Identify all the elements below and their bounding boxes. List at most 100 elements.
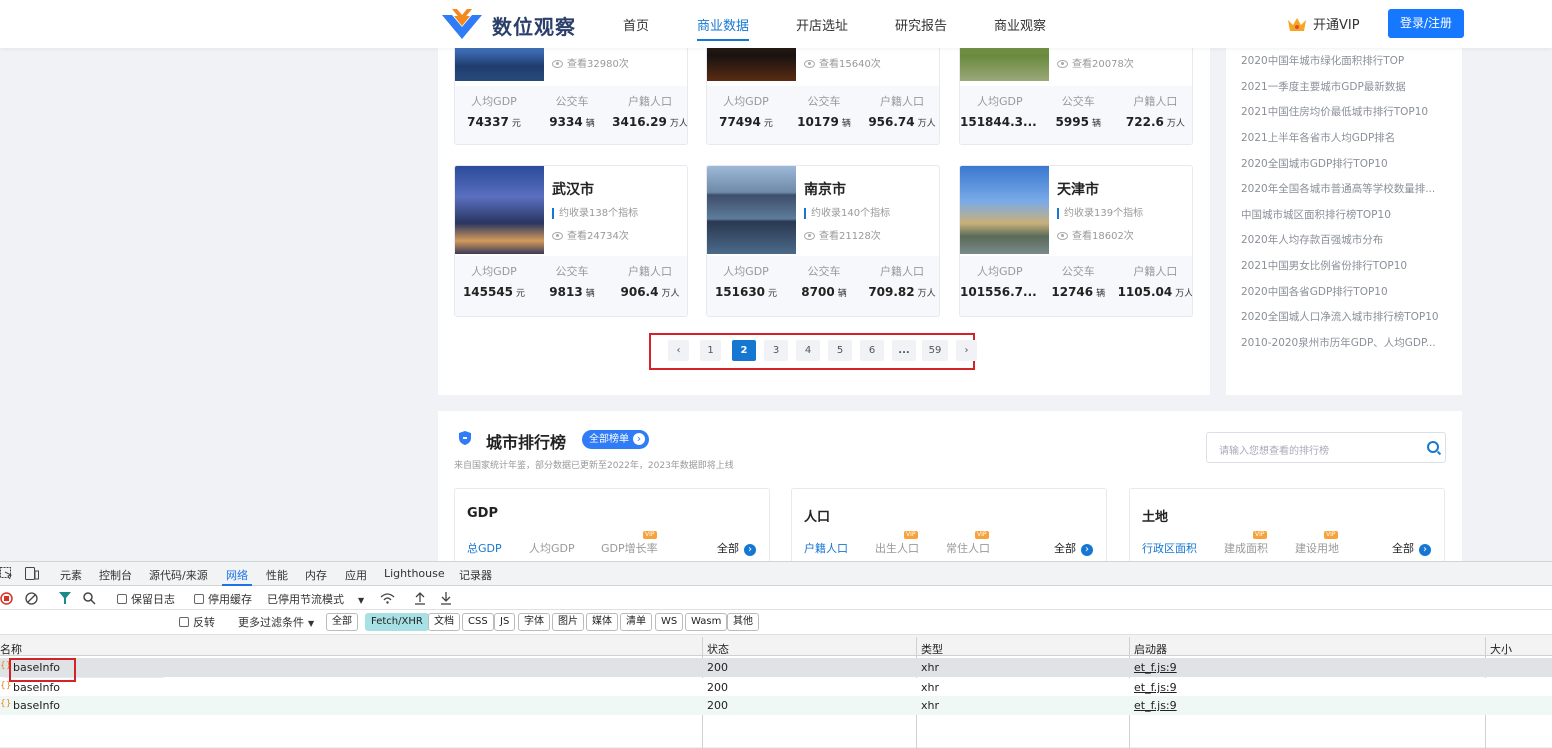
devtools-tab-network[interactable]: 网络: [222, 567, 252, 586]
filter-img[interactable]: 图片: [552, 613, 584, 631]
vip-link[interactable]: 开通VIP: [1287, 14, 1360, 33]
filter-media[interactable]: 媒体: [586, 613, 618, 631]
devtools-tab-performance[interactable]: 性能: [266, 567, 288, 583]
request-name[interactable]: baseInfo: [13, 681, 60, 694]
side-list-item[interactable]: 中国城市城区面积排行榜TOP10: [1241, 207, 1451, 222]
side-list-item[interactable]: 2020中国年城市绿化面积排行TOP: [1241, 53, 1451, 68]
throttling-select[interactable]: 已停用节流模式 ▼: [267, 591, 364, 607]
devtools-tab-application[interactable]: 应用: [345, 567, 367, 583]
disable-cache-checkbox[interactable]: 停用缓存: [194, 591, 252, 607]
column-header-type[interactable]: 类型: [921, 641, 943, 657]
city-card-tianjin[interactable]: 天津市 约收录139个指标 查看18602次 人均GDP 101556.7... …: [959, 165, 1193, 317]
ranking-tab[interactable]: 建设用地: [1295, 540, 1339, 556]
nav-research-report[interactable]: 研究报告: [895, 15, 947, 34]
request-initiator[interactable]: et_f.js:9: [1134, 681, 1177, 694]
city-name[interactable]: 南京市: [804, 179, 846, 199]
column-header-initiator[interactable]: 启动器: [1134, 641, 1167, 657]
request-name[interactable]: baseInfo: [13, 699, 60, 712]
filter-other[interactable]: 其他: [727, 613, 759, 631]
side-list-item[interactable]: 2020年人均存款百强城市分布: [1241, 232, 1451, 247]
side-list-item[interactable]: 2021上半年各省市人均GDP排名: [1241, 130, 1451, 145]
side-list-item[interactable]: 2021中国男女比例省份排行TOP10: [1241, 258, 1451, 273]
ranking-tab[interactable]: 户籍人口: [804, 540, 848, 556]
search-icon[interactable]: [83, 592, 96, 605]
table-row[interactable]: {} baseInfo 200 xhr et_f.js:9: [0, 696, 1552, 715]
pagination-page-3[interactable]: 3: [764, 340, 788, 361]
city-card-wuhan[interactable]: 武汉市 约收录138个指标 查看24734次 人均GDP 145545 元 公交车 9…: [454, 165, 688, 317]
pagination-prev-button[interactable]: ‹: [668, 340, 689, 361]
clear-icon[interactable]: [25, 592, 38, 605]
ranking-tab[interactable]: 出生人口: [875, 540, 919, 556]
ranking-view-all[interactable]: 全部: [1054, 540, 1093, 556]
filter-manifest[interactable]: 清单: [620, 613, 652, 631]
pagination-page-59[interactable]: 59: [922, 340, 948, 361]
column-header-size[interactable]: 大小: [1490, 641, 1512, 657]
nav-home[interactable]: 首页: [623, 15, 649, 34]
filter-doc[interactable]: 文档: [428, 613, 460, 631]
ranking-tab[interactable]: 建成面积: [1224, 540, 1268, 556]
request-initiator[interactable]: et_f.js:9: [1134, 699, 1177, 712]
pagination-ellipsis[interactable]: ...: [892, 340, 916, 361]
devtools-tab-recorder[interactable]: 记录器: [459, 567, 492, 583]
side-list-item[interactable]: 2020全国城人口净流入城市排行榜TOP10: [1241, 309, 1451, 324]
filter-icon[interactable]: [59, 592, 71, 605]
preserve-log-checkbox[interactable]: 保留日志: [117, 591, 175, 607]
devtools-tab-memory[interactable]: 内存: [305, 567, 327, 583]
record-stop-icon[interactable]: [0, 592, 13, 605]
filter-all[interactable]: 全部: [326, 613, 358, 631]
fox-logo-icon[interactable]: [440, 7, 484, 41]
nav-business-data[interactable]: 商业数据: [697, 15, 750, 41]
side-list-item[interactable]: 2020中国各省GDP排行TOP10: [1241, 284, 1451, 299]
pagination-page-6[interactable]: 6: [860, 340, 884, 361]
filter-wasm[interactable]: Wasm: [685, 613, 728, 631]
devtools-tab-sources[interactable]: 源代码/来源: [149, 567, 208, 583]
ranking-tab[interactable]: 总GDP: [467, 540, 502, 556]
ranking-tab[interactable]: 常住人口: [946, 540, 990, 556]
side-list-item[interactable]: 2010-2020泉州市历年GDP、人均GDP...: [1241, 335, 1451, 350]
city-name[interactable]: 天津市: [1057, 179, 1099, 199]
filter-js[interactable]: JS: [494, 613, 516, 631]
city-card-nanjing[interactable]: 南京市 约收录140个指标 查看21128次 人均GDP 151630 元 公交车 8…: [706, 165, 940, 317]
nav-store-location[interactable]: 开店选址: [796, 15, 848, 34]
invert-checkbox[interactable]: 反转: [179, 614, 215, 630]
ranking-tab[interactable]: 行政区面积: [1142, 540, 1197, 556]
site-logo-text[interactable]: 数位观察: [492, 11, 576, 40]
pagination-page-2[interactable]: 2: [732, 340, 756, 361]
table-row[interactable]: {} baseInfo 200 xhr et_f.js:9: [0, 678, 1552, 697]
pagination-page-5[interactable]: 5: [828, 340, 852, 361]
column-header-name[interactable]: 名称: [0, 641, 22, 657]
filter-ws[interactable]: WS: [655, 613, 684, 631]
devtools-tab-console[interactable]: 控制台: [99, 567, 132, 583]
pagination-next-button[interactable]: ›: [956, 340, 977, 361]
side-list-item[interactable]: 2021一季度主要城市GDP最新数据: [1241, 79, 1451, 94]
ranking-view-all[interactable]: 全部: [717, 540, 756, 556]
import-har-icon[interactable]: [414, 591, 426, 605]
network-conditions-icon[interactable]: [380, 592, 395, 604]
devtools-tab-elements[interactable]: 元素: [60, 567, 82, 583]
export-har-icon[interactable]: [440, 591, 452, 605]
side-list-item[interactable]: 2021中国住房均价最低城市排行TOP10: [1241, 104, 1451, 119]
side-list-item[interactable]: 2020全国城市GDP排行TOP10: [1241, 156, 1451, 171]
side-list-item[interactable]: 2020年全国各城市普通高等学校数量排...: [1241, 181, 1451, 196]
device-toolbar-icon[interactable]: [25, 567, 39, 580]
ranking-view-all[interactable]: 全部: [1392, 540, 1431, 556]
inspect-element-icon[interactable]: [0, 567, 12, 580]
filter-css[interactable]: CSS: [462, 613, 494, 631]
all-rankings-button[interactable]: 全部榜单: [582, 430, 649, 449]
filter-fetch-xhr[interactable]: Fetch/XHR: [365, 613, 429, 631]
city-name[interactable]: 武汉市: [552, 179, 594, 199]
table-row[interactable]: {} baseInfo 200 xhr et_f.js:9: [0, 658, 1552, 677]
ranking-tab[interactable]: GDP增长率: [601, 540, 658, 556]
column-header-status[interactable]: 状态: [707, 641, 729, 657]
ranking-search[interactable]: 请输入您想查看的排行榜: [1206, 432, 1446, 463]
login-register-button[interactable]: 登录/注册: [1388, 9, 1464, 38]
more-filters-dropdown[interactable]: 更多过滤条件 ▼: [238, 614, 314, 630]
ranking-tab[interactable]: 人均GDP: [529, 540, 575, 556]
pagination-page-4[interactable]: 4: [796, 340, 820, 361]
nav-business-observe[interactable]: 商业观察: [994, 15, 1046, 34]
devtools-tab-lighthouse[interactable]: Lighthouse: [384, 567, 445, 580]
request-initiator[interactable]: et_f.js:9: [1134, 661, 1177, 674]
pagination-page-1[interactable]: 1: [700, 340, 721, 361]
search-icon[interactable]: [1427, 441, 1439, 453]
filter-font[interactable]: 字体: [518, 613, 550, 631]
